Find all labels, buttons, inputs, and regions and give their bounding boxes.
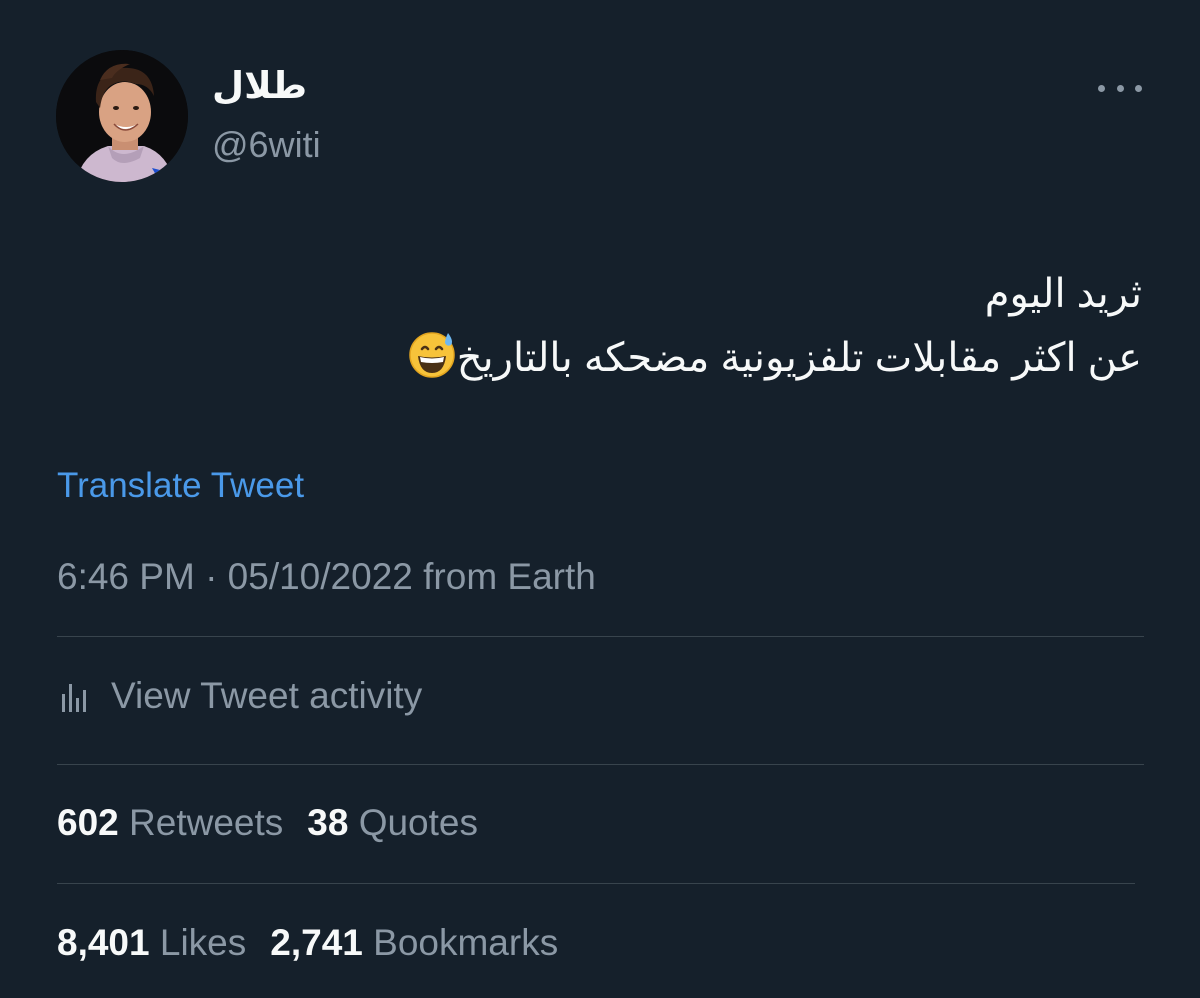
tweet-line-1: ثريد اليوم (984, 272, 1142, 316)
translate-tweet-link[interactable]: Translate Tweet (57, 466, 304, 506)
quotes-label: Quotes (358, 802, 478, 843)
display-name[interactable]: طلال (212, 64, 307, 107)
user-handle[interactable]: @6witi (212, 124, 321, 166)
dot (1098, 84, 1105, 92)
engagement-stats-row-1: 602 Retweets 38 Quotes (57, 802, 478, 844)
divider (57, 636, 1144, 637)
avatar-image (56, 50, 188, 182)
tweet-header: طلال @6witi (56, 50, 1146, 182)
quotes-count: 38 (307, 802, 349, 843)
divider (57, 764, 1144, 765)
likes-count: 8,401 (57, 922, 150, 963)
retweets-stat[interactable]: 602 Retweets (57, 802, 283, 844)
likes-label: Likes (159, 922, 247, 963)
bookmarks-stat[interactable]: 2,741 Bookmarks (270, 922, 558, 964)
grinning-face-with-sweat-icon (408, 332, 455, 378)
bar-chart-icon (62, 684, 86, 712)
view-tweet-activity-button[interactable]: View Tweet activity (57, 672, 422, 720)
tweet-line-2: عن اكثر مقابلات تلفزيونية مضحكه بالتاريخ (142, 326, 1142, 390)
dot (1116, 84, 1124, 92)
view-tweet-activity-label: View Tweet activity (111, 675, 423, 716)
bookmarks-count: 2,741 (270, 922, 363, 963)
engagement-stats-row-2: 8,401 Likes 2,741 Bookmarks (57, 922, 558, 964)
retweets-label: Retweets (129, 802, 284, 843)
more-options-icon[interactable] (1098, 78, 1142, 98)
tweet-line-2-text: عن اكثر مقابلات تلفزيونية مضحكه بالتاريخ (456, 336, 1142, 380)
likes-stat[interactable]: 8,401 Likes (57, 922, 246, 964)
tweet-text: ثريد اليوم عن اكثر مقابلات تلفزيونية مضح… (142, 262, 1142, 390)
retweets-count: 602 (57, 802, 119, 843)
bookmarks-label: Bookmarks (373, 922, 559, 963)
tweet-timestamp[interactable]: 6:46 PM · 05/10/2022 from Earth (57, 556, 596, 598)
avatar[interactable] (56, 50, 188, 182)
quotes-stat[interactable]: 38 Quotes (307, 802, 478, 844)
dot (1135, 84, 1142, 92)
divider (57, 883, 1135, 884)
